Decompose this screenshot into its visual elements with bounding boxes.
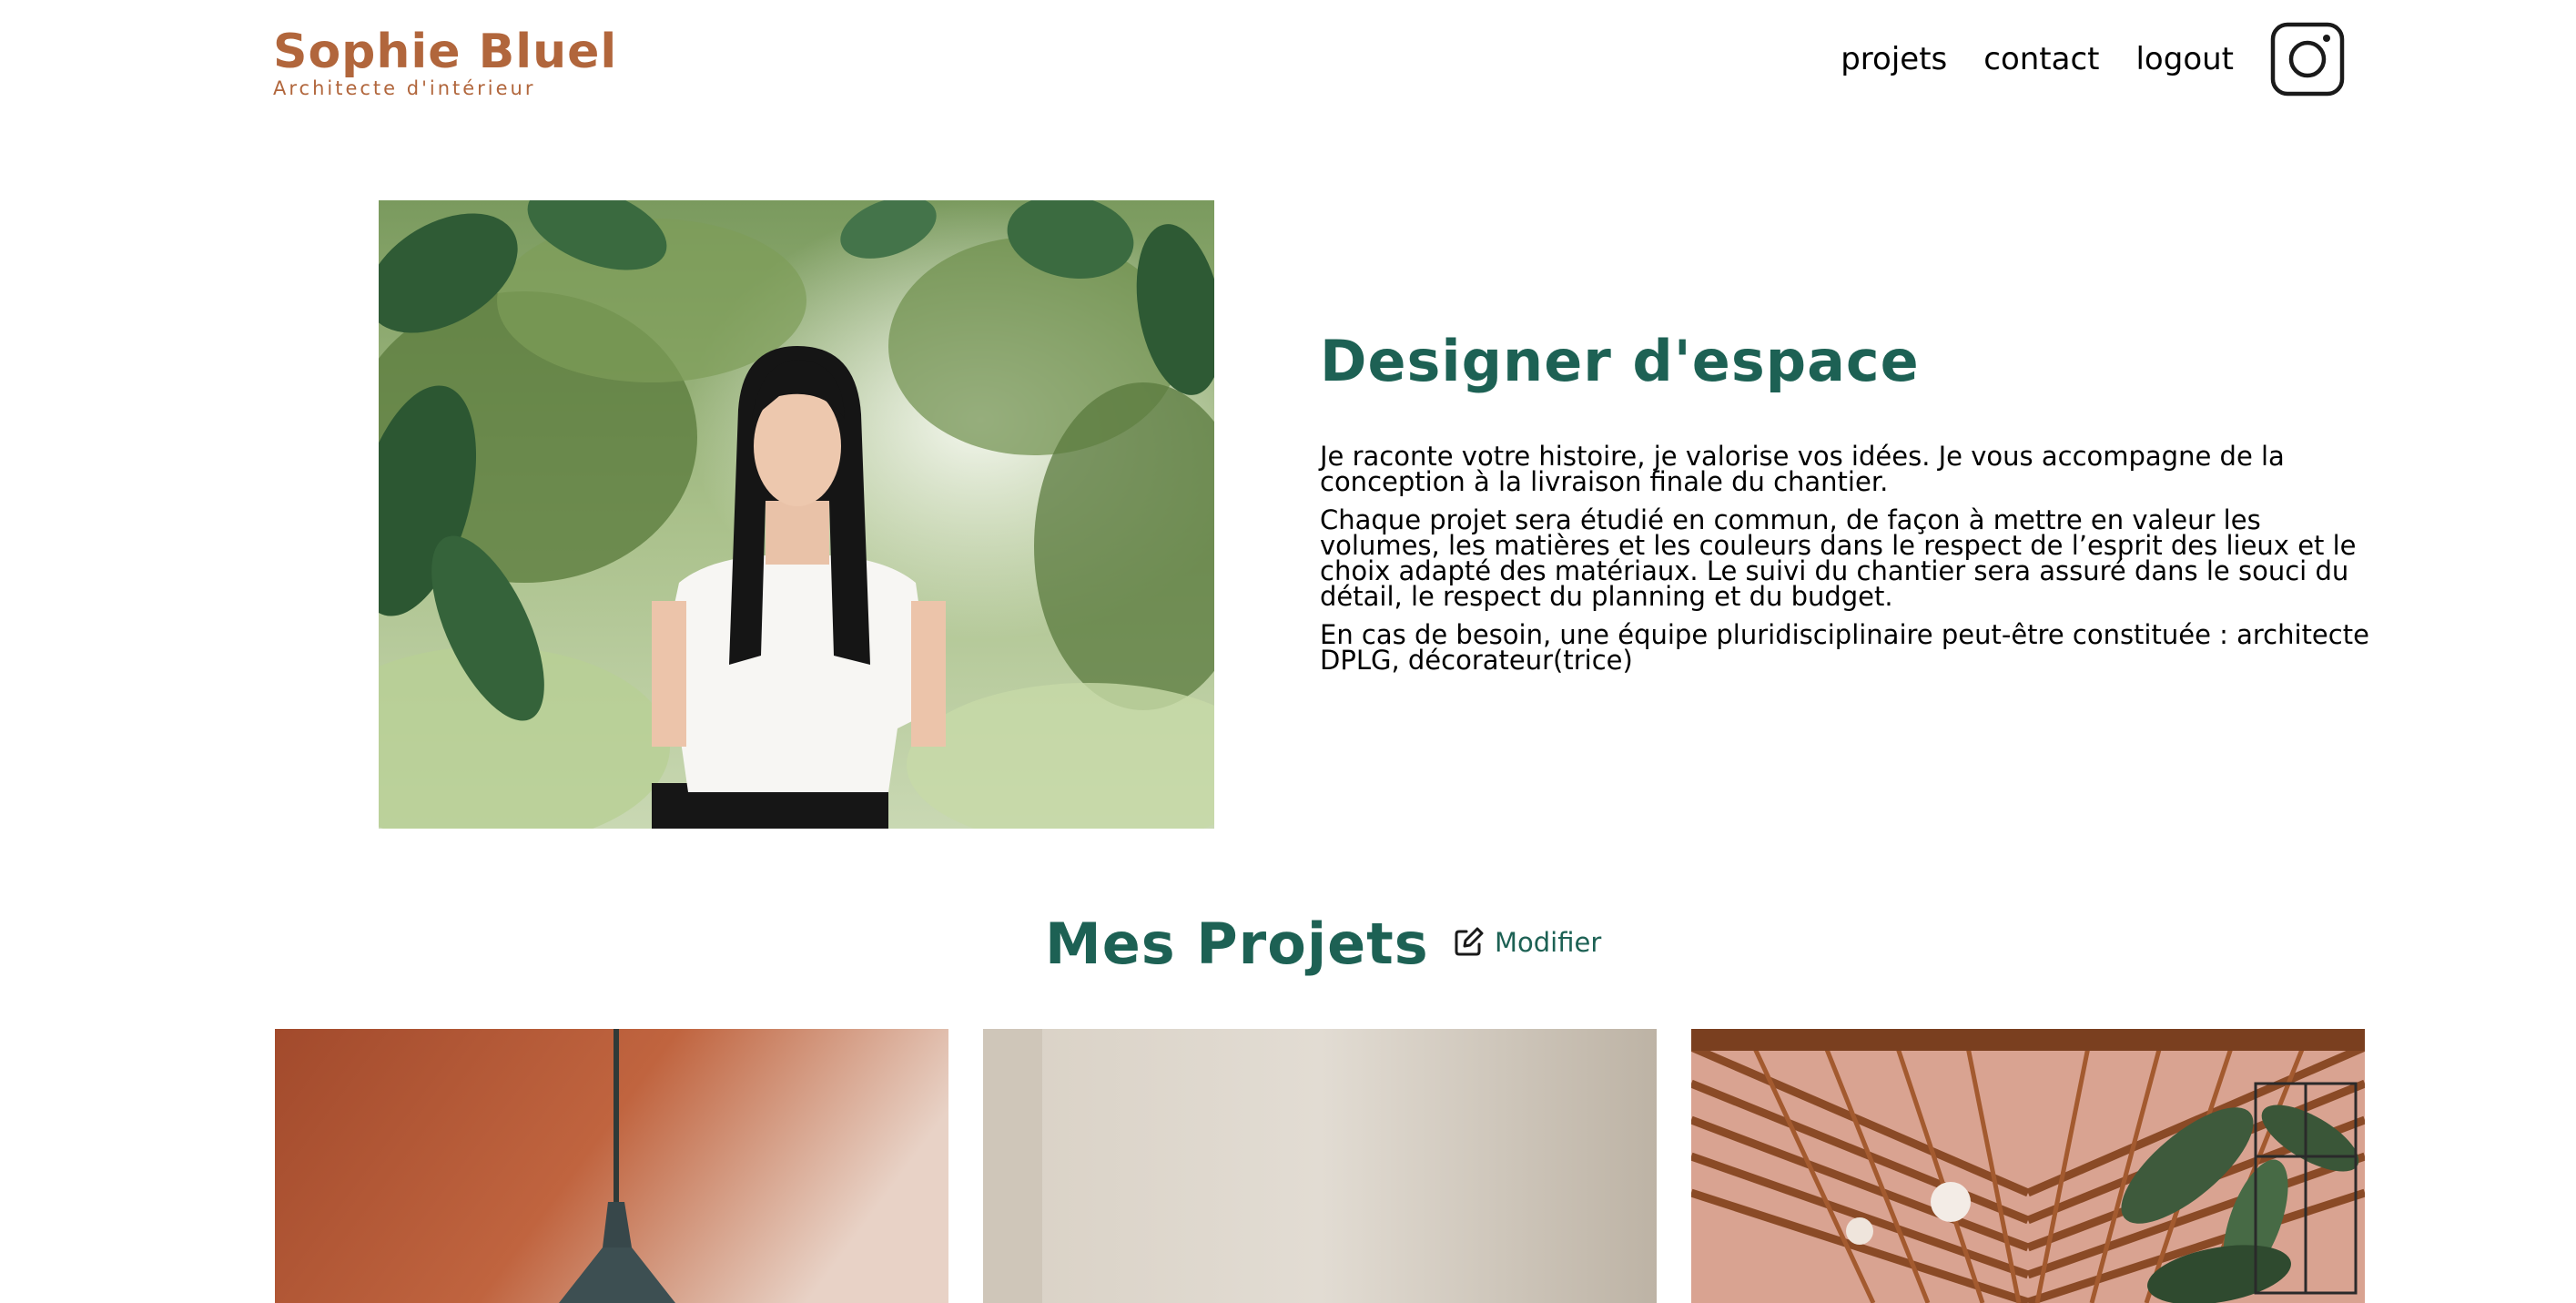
logo-subtitle: Architecte d'intérieur [273, 77, 536, 99]
main-nav: projets contact logout [1841, 22, 2345, 97]
modifier-label: Modifier [1495, 927, 1602, 958]
project-image [275, 1029, 948, 1303]
introduction-text: Designer d'espace Je raconte votre histo… [1320, 328, 2385, 686]
project-image [983, 1029, 1657, 1303]
logo-name: Sophie Bluel [273, 25, 618, 79]
project-image [1691, 1029, 2365, 1303]
project-gallery [275, 1029, 2365, 1303]
introduction-paragraph: En cas de besoin, une équipe pluridiscip… [1320, 619, 2369, 676]
logo[interactable]: Sophie Bluel Architecte d'intérieur [273, 27, 617, 100]
gallery-item[interactable] [275, 1029, 948, 1303]
nav-link-logout[interactable]: logout [2135, 41, 2234, 77]
nav-link-contact[interactable]: contact [1983, 41, 2099, 77]
gallery-item[interactable] [1691, 1029, 2365, 1303]
modifier-button[interactable]: Modifier [1453, 927, 1601, 958]
profile-photo-image [379, 200, 1214, 829]
introduction-paragraph: Je raconte votre histoire, je valorise v… [1320, 441, 2285, 497]
introduction-paragraph: Chaque projet sera étudié en commun, de … [1320, 504, 2357, 612]
gallery-item[interactable] [983, 1029, 1657, 1303]
instagram-icon[interactable] [2270, 22, 2345, 97]
edit-pen-icon [1455, 927, 1484, 956]
nav-link-projets[interactable]: projets [1841, 41, 1947, 77]
page: Sophie Bluel Architecte d'intérieur proj… [0, 0, 2576, 1303]
site-header: Sophie Bluel Architecte d'intérieur proj… [0, 0, 2576, 127]
introduction-title: Designer d'espace [1320, 328, 1920, 394]
profile-photo [379, 200, 1214, 829]
portfolio-title: Mes Projets [1045, 911, 1429, 977]
portfolio-header: Mes Projets Modifier [0, 911, 2576, 983]
